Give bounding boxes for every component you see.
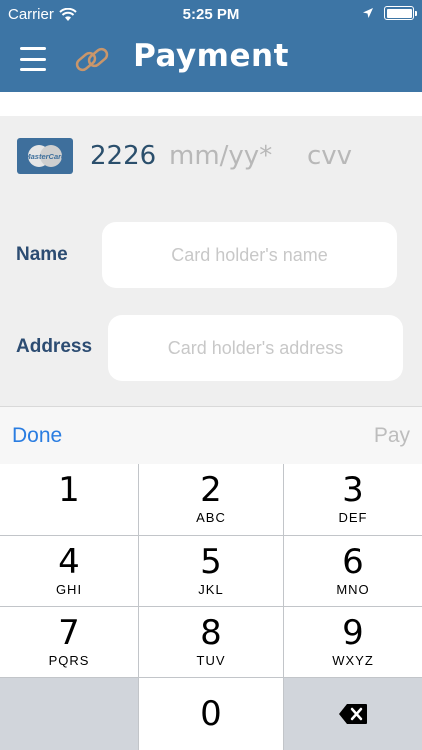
status-time: 5:25 PM	[182, 6, 240, 23]
keyboard-toolbar: Done Pay	[0, 406, 422, 464]
address-label: Address	[16, 336, 93, 357]
app-header: Carrier 5:25 PM Payment	[0, 0, 422, 92]
card-brand-text: MasterCard	[24, 152, 66, 161]
key-3[interactable]: 3 DEF	[284, 464, 422, 536]
pay-button[interactable]: Pay	[374, 424, 410, 448]
name-label: Name	[16, 244, 68, 265]
key-0-number: 0	[200, 694, 222, 734]
key-0[interactable]: 0	[139, 678, 284, 750]
name-input[interactable]	[102, 222, 397, 288]
mastercard-icon: MasterCard	[17, 138, 73, 174]
address-input[interactable]	[108, 315, 403, 381]
page-title: Payment	[133, 38, 289, 74]
key-blank	[0, 678, 139, 750]
key-9[interactable]: 9 WXYZ	[284, 607, 422, 678]
location-arrow-icon	[363, 8, 373, 18]
key-2-letters: ABC	[196, 510, 226, 525]
key-4-number: 4	[58, 542, 80, 582]
key-7-number: 7	[58, 613, 80, 653]
nav-bar: Payment	[0, 30, 422, 92]
card-expiry-field[interactable]: mm/yy*	[169, 141, 272, 171]
key-2-number: 2	[200, 470, 222, 510]
card-cvv-field[interactable]: cvv	[307, 141, 352, 171]
done-button[interactable]: Done	[12, 424, 62, 448]
payment-form: MasterCard 2226 mm/yy* cvv Name Address	[0, 116, 422, 406]
key-8-letters: TUV	[196, 653, 226, 668]
battery-icon	[384, 6, 417, 20]
header-divider	[0, 92, 422, 116]
key-9-letters: WXYZ	[332, 653, 374, 668]
key-3-number: 3	[342, 470, 364, 510]
delete-key[interactable]	[284, 678, 422, 750]
status-right	[362, 6, 417, 20]
key-1[interactable]: 1	[0, 464, 139, 536]
key-3-letters: DEF	[338, 510, 368, 525]
backspace-icon	[339, 704, 367, 724]
key-4-letters: GHI	[55, 582, 83, 597]
key-5-letters: JKL	[198, 582, 224, 597]
number-keypad: 1 2 ABC 3 DEF 4 GHI 5 JKL 6 MNO 7 PQRS 8…	[0, 464, 422, 750]
key-8-number: 8	[200, 613, 222, 653]
key-6-letters: MNO	[336, 582, 370, 597]
key-7-letters: PQRS	[48, 653, 90, 668]
key-5[interactable]: 5 JKL	[139, 536, 284, 607]
key-1-number: 1	[58, 470, 80, 510]
card-row: MasterCard 2226 mm/yy* cvv	[0, 116, 422, 196]
key-7[interactable]: 7 PQRS	[0, 607, 139, 678]
key-6-number: 6	[342, 542, 364, 582]
key-4[interactable]: 4 GHI	[0, 536, 139, 607]
key-9-number: 9	[342, 613, 364, 653]
status-bar: Carrier 5:25 PM	[0, 0, 422, 30]
key-8[interactable]: 8 TUV	[139, 607, 284, 678]
key-6[interactable]: 6 MNO	[284, 536, 422, 607]
key-2[interactable]: 2 ABC	[139, 464, 284, 536]
card-number[interactable]: 2226	[90, 141, 156, 171]
key-5-number: 5	[200, 542, 222, 582]
